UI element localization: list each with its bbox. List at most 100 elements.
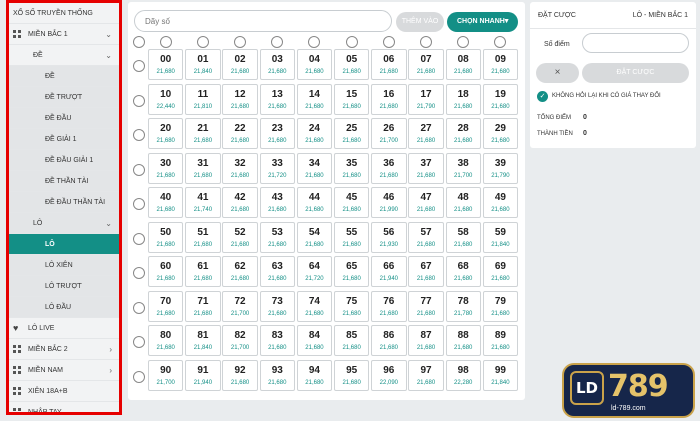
number-cell[interactable]: 27 21,680	[408, 118, 444, 149]
sidebar-item[interactable]: Lô xiên	[9, 255, 119, 276]
number-cell[interactable]: 52 21,680	[222, 221, 258, 253]
number-cell[interactable]: 22 21,680	[222, 118, 258, 149]
row-radio[interactable]	[133, 129, 145, 141]
number-cell[interactable]: 06 21,680	[371, 49, 407, 80]
number-cell[interactable]: 85 21,680	[333, 325, 370, 356]
number-cell[interactable]: 49 21,680	[482, 187, 519, 218]
sidebar-item[interactable]: Lô	[9, 234, 119, 255]
number-cell[interactable]: 45 21,680	[333, 187, 370, 218]
number-cell[interactable]: 78 21,780	[445, 290, 481, 322]
number-cell[interactable]: 73 21,680	[259, 290, 295, 322]
number-cell[interactable]: 94 21,680	[296, 359, 333, 391]
amount-input[interactable]	[582, 33, 689, 53]
number-cell[interactable]: 44 21,680	[296, 187, 333, 218]
number-cell[interactable]: 71 21,680	[185, 290, 221, 322]
number-cell[interactable]: 91 21,940	[185, 359, 221, 391]
row-radio[interactable]	[133, 301, 145, 314]
number-cell[interactable]: 32 21,680	[222, 152, 258, 184]
column-radio[interactable]	[494, 36, 507, 48]
number-cell[interactable]: 02 21,680	[222, 49, 258, 80]
number-cell[interactable]: 14 21,680	[296, 83, 333, 115]
number-cell[interactable]: 98 22,280	[445, 359, 481, 391]
column-radio[interactable]	[457, 36, 470, 48]
column-radio[interactable]	[233, 36, 246, 48]
number-cell[interactable]: 84 21,680	[296, 325, 333, 356]
number-cell[interactable]: 48 21,680	[445, 187, 481, 218]
number-cell[interactable]: 62 21,680	[222, 256, 258, 287]
number-cell[interactable]: 59 21,840	[482, 221, 519, 253]
number-cell[interactable]: 79 21,680	[482, 290, 519, 322]
sidebar-item[interactable]: Lô ⌄	[9, 213, 119, 234]
number-cell[interactable]: 34 21,680	[296, 152, 333, 184]
number-cell[interactable]: 28 21,680	[445, 118, 481, 149]
sidebar-item[interactable]: Đề giải 1	[9, 129, 119, 150]
sidebar-item[interactable]: Xổ số truyền thống	[9, 3, 119, 24]
number-cell[interactable]: 65 21,680	[333, 256, 370, 287]
number-cell[interactable]: 47 21,680	[408, 187, 444, 218]
number-cell[interactable]: 40 21,680	[148, 187, 184, 218]
number-cell[interactable]: 70 21,680	[148, 290, 184, 322]
number-cell[interactable]: 50 21,680	[148, 221, 184, 253]
number-cell[interactable]: 05 21,680	[333, 49, 370, 80]
sidebar-item[interactable]: Đề đầu	[9, 108, 119, 129]
add-button[interactable]: THÊM VÀO	[396, 12, 444, 32]
number-cell[interactable]: 00 21,680	[148, 49, 184, 80]
sidebar-item[interactable]: Lô trượt	[9, 276, 119, 297]
number-cell[interactable]: 57 21,680	[408, 221, 444, 253]
number-cell[interactable]: 77 21,680	[408, 290, 444, 322]
number-cell[interactable]: 90 21,700	[148, 359, 184, 391]
number-cell[interactable]: 36 21,680	[371, 152, 407, 184]
number-cell[interactable]: 92 21,680	[222, 359, 258, 391]
number-cell[interactable]: 95 21,680	[333, 359, 370, 391]
row-radio[interactable]	[133, 370, 145, 383]
sidebar-item[interactable]: Miền Bắc 2 ›	[9, 339, 119, 360]
number-cell[interactable]: 60 21,680	[148, 256, 184, 287]
number-cell[interactable]: 46 21,990	[371, 187, 407, 218]
number-cell[interactable]: 26 21,700	[371, 118, 407, 149]
number-cell[interactable]: 69 21,680	[482, 256, 519, 287]
number-cell[interactable]: 99 21,840	[482, 359, 519, 391]
sidebar-item[interactable]: Lô đầu	[9, 297, 119, 318]
number-cell[interactable]: 23 21,680	[259, 118, 295, 149]
column-radio[interactable]	[345, 36, 358, 48]
number-cell[interactable]: 68 21,680	[445, 256, 481, 287]
column-radio[interactable]	[196, 36, 209, 48]
number-cell[interactable]: 63 21,680	[259, 256, 295, 287]
sidebar-item[interactable]: Đề ⌄	[9, 45, 119, 66]
number-cell[interactable]: 89 21,680	[482, 325, 519, 356]
row-radio[interactable]	[133, 336, 145, 348]
column-radio[interactable]	[382, 36, 395, 48]
number-cell[interactable]: 43 21,680	[259, 187, 295, 218]
number-cell[interactable]: 56 21,930	[371, 221, 407, 253]
sidebar-item[interactable]: Xiên 18A+B	[9, 381, 119, 402]
number-cell[interactable]: 87 21,680	[408, 325, 444, 356]
number-cell[interactable]: 20 21,680	[148, 118, 184, 149]
number-cell[interactable]: 42 21,680	[222, 187, 258, 218]
number-cell[interactable]: 55 21,680	[333, 221, 370, 253]
number-cell[interactable]: 41 21,740	[185, 187, 221, 218]
row-radio[interactable]	[133, 94, 145, 107]
place-bet-button[interactable]: Đặt cược	[582, 63, 689, 83]
quick-select-dropdown[interactable]: Chọn nhanh ▼	[447, 12, 518, 32]
number-cell[interactable]: 93 21,680	[259, 359, 295, 391]
number-cell[interactable]: 03 21,680	[259, 49, 295, 80]
column-radio[interactable]	[308, 36, 321, 48]
column-radio[interactable]	[271, 36, 284, 48]
number-cell[interactable]: 66 21,940	[371, 256, 407, 287]
number-cell[interactable]: 13 21,680	[259, 83, 295, 115]
number-cell[interactable]: 76 21,680	[371, 290, 407, 322]
number-cell[interactable]: 58 21,680	[445, 221, 481, 253]
number-cell[interactable]: 39 21,790	[482, 152, 519, 184]
number-cell[interactable]: 17 21,790	[408, 83, 444, 115]
number-cell[interactable]: 86 21,680	[371, 325, 407, 356]
number-cell[interactable]: 64 21,720	[296, 256, 333, 287]
number-sequence-input[interactable]	[134, 10, 392, 32]
sidebar-item[interactable]: Đề trượt	[9, 87, 119, 108]
number-cell[interactable]: 54 21,680	[296, 221, 333, 253]
row-radio[interactable]	[133, 232, 145, 245]
sidebar-item[interactable]: Đề	[9, 66, 119, 87]
number-cell[interactable]: 81 21,840	[185, 325, 221, 356]
number-cell[interactable]: 04 21,680	[296, 49, 333, 80]
number-cell[interactable]: 61 21,680	[185, 256, 221, 287]
sidebar-item[interactable]: Đề thần tài	[9, 171, 119, 192]
